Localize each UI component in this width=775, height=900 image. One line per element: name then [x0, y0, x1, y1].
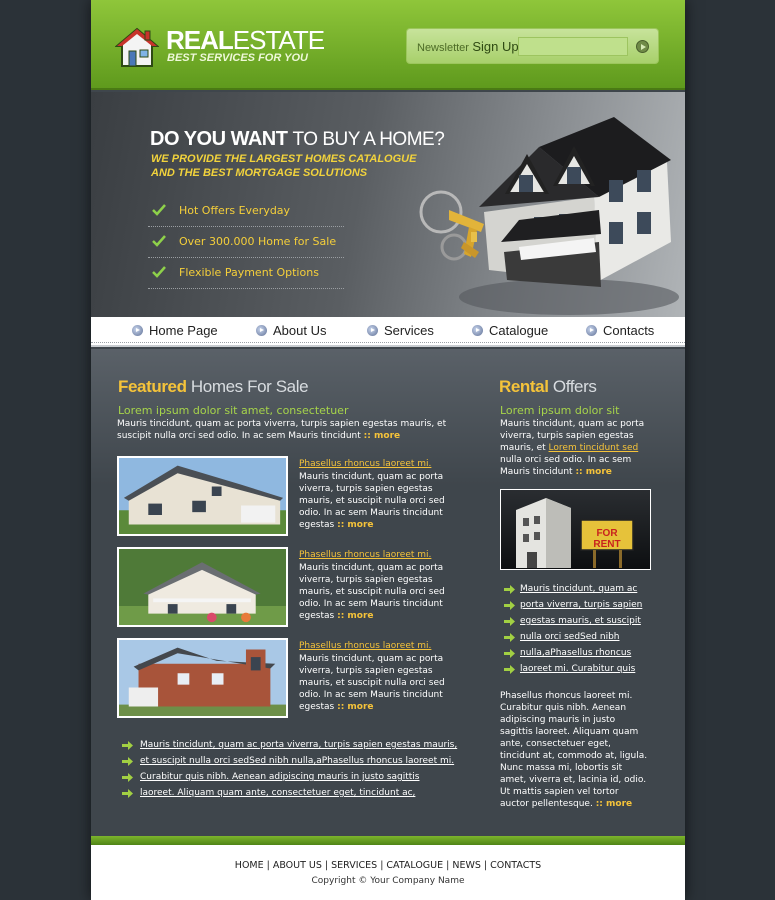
arrow-right-icon [504, 601, 515, 610]
footer-link-services[interactable]: SERVICES [331, 860, 377, 871]
checkmark-icon [152, 266, 166, 278]
more-link[interactable]: :: more [364, 431, 400, 441]
footer-link-news[interactable]: NEWS [452, 860, 481, 871]
hero-feature-list: Hot Offers Everyday Over 300.000 Home fo… [148, 196, 344, 289]
newsletter-submit-button[interactable] [636, 40, 649, 53]
more-link[interactable]: :: more [575, 467, 611, 477]
arrow-right-icon [504, 633, 515, 642]
nav-bullet-icon [472, 325, 483, 336]
footer-divider [91, 836, 685, 845]
nav-bullet-icon [256, 325, 267, 336]
arrow-right-icon [504, 649, 515, 658]
arrow-right-icon [122, 741, 133, 750]
listing-card: Phasellus rhoncus laoreet mi. Mauris tin… [117, 456, 467, 538]
listing-photo[interactable] [117, 638, 288, 718]
featured-intro: Mauris tincidunt, quam ac porta viverra,… [117, 419, 447, 441]
rental-title: Rental Offers [499, 377, 597, 396]
footer-link-about[interactable]: ABOUT US [273, 860, 322, 871]
listing-card: Phasellus rhoncus laoreet mi. Mauris tin… [117, 638, 467, 720]
page: REALESTATE BEST SERVICES FOR YOU Newslet… [91, 0, 685, 900]
arrow-right-icon [122, 789, 133, 798]
hero-banner: DO YOU WANT TO BUY A HOME? WE PROVIDE TH… [91, 92, 685, 317]
nav-bullet-icon [367, 325, 378, 336]
nav-item-contacts[interactable]: Contacts [586, 323, 654, 341]
main-nav: Home Page About Us Services Catalogue Co… [91, 317, 685, 347]
hero-feature-item: Hot Offers Everyday [148, 196, 344, 227]
for-rent-sign-text: FOR RENT [593, 528, 621, 550]
inline-link[interactable]: Lorem tincidunt sed [549, 443, 639, 453]
hero-subtitle: WE PROVIDE THE LARGEST HOMES CATALOGUE A… [151, 153, 417, 179]
rental-intro: Mauris tincidunt, quam ac porta viverra,… [500, 419, 645, 477]
footer: HOME | ABOUT US | SERVICES | CATALOGUE | NEWS | CO… [91, 845, 685, 900]
nav-item-services[interactable]: Services [367, 323, 434, 341]
rental-lead: Lorem ipsum dolor sit [500, 404, 620, 417]
more-link[interactable]: :: more [337, 520, 373, 530]
listing-description: Mauris tincidunt, quam ac porta viverra,… [299, 472, 445, 530]
more-link[interactable]: :: more [337, 702, 373, 712]
hero-feature-item: Over 300.000 Home for Sale [148, 227, 344, 258]
house-with-keys-image [419, 117, 679, 315]
checkmark-icon [152, 235, 166, 247]
nav-bullet-icon [586, 325, 597, 336]
listing-title-link[interactable]: Phasellus rhoncus laoreet mi. [299, 550, 431, 560]
featured-lead: Lorem ipsum dolor sit amet, consectetuer [118, 404, 349, 417]
newsletter-box: Newsletter Sign Up [406, 28, 659, 64]
listing-description: Mauris tincidunt, quam ac porta viverra,… [299, 563, 445, 621]
listing-description: Mauris tincidunt, quam ac porta viverra,… [299, 654, 445, 712]
arrow-right-icon [504, 665, 515, 674]
checkmark-icon [152, 204, 166, 216]
arrow-right-icon [504, 585, 515, 594]
rental-outro: Phasellus rhoncus laoreet mi. Curabitur … [500, 691, 648, 809]
nav-item-catalogue[interactable]: Catalogue [472, 323, 548, 341]
listing-photo[interactable] [117, 456, 288, 536]
footer-link-catalogue[interactable]: CATALOGUE [386, 860, 443, 871]
arrow-right-icon [122, 773, 133, 782]
nav-item-home[interactable]: Home Page [132, 323, 218, 341]
listing-title-link[interactable]: Phasellus rhoncus laoreet mi. [299, 641, 431, 651]
arrow-right-icon [122, 757, 133, 766]
more-link[interactable]: :: more [596, 799, 632, 809]
listing-title-link[interactable]: Phasellus rhoncus laoreet mi. [299, 459, 431, 469]
arrow-right-icon [504, 617, 515, 626]
footer-link-contacts[interactable]: CONTACTS [490, 860, 541, 871]
house-logo-icon [115, 27, 159, 67]
featured-title: Featured Homes For Sale [118, 377, 309, 396]
hero-feature-item: Flexible Payment Options [148, 258, 344, 289]
listing-photo[interactable] [117, 547, 288, 627]
for-rent-photo[interactable]: FOR RENT [500, 489, 651, 570]
footer-links: HOME | ABOUT US | SERVICES | CATALOGUE | NEWS | CO… [234, 860, 542, 871]
footer-link-home[interactable]: HOME [235, 860, 264, 871]
hero-title: DO YOU WANT TO BUY A HOME? [150, 128, 445, 150]
more-link[interactable]: :: more [337, 611, 373, 621]
newsletter-label: Newsletter Sign Up [417, 39, 519, 54]
logo[interactable]: REALESTATE BEST SERVICES FOR YOU [115, 25, 325, 70]
header: REALESTATE BEST SERVICES FOR YOU Newslet… [91, 0, 685, 90]
newsletter-email-input[interactable] [518, 37, 628, 56]
nav-bullet-icon [132, 325, 143, 336]
main-content: Featured Homes For Sale Lorem ipsum dolo… [91, 349, 685, 836]
listing-card: Phasellus rhoncus laoreet mi. Mauris tin… [117, 547, 467, 629]
nav-item-about[interactable]: About Us [256, 323, 326, 341]
copyright: Copyright © Your Company Name [311, 876, 465, 886]
logo-tagline: BEST SERVICES FOR YOU [167, 52, 308, 64]
